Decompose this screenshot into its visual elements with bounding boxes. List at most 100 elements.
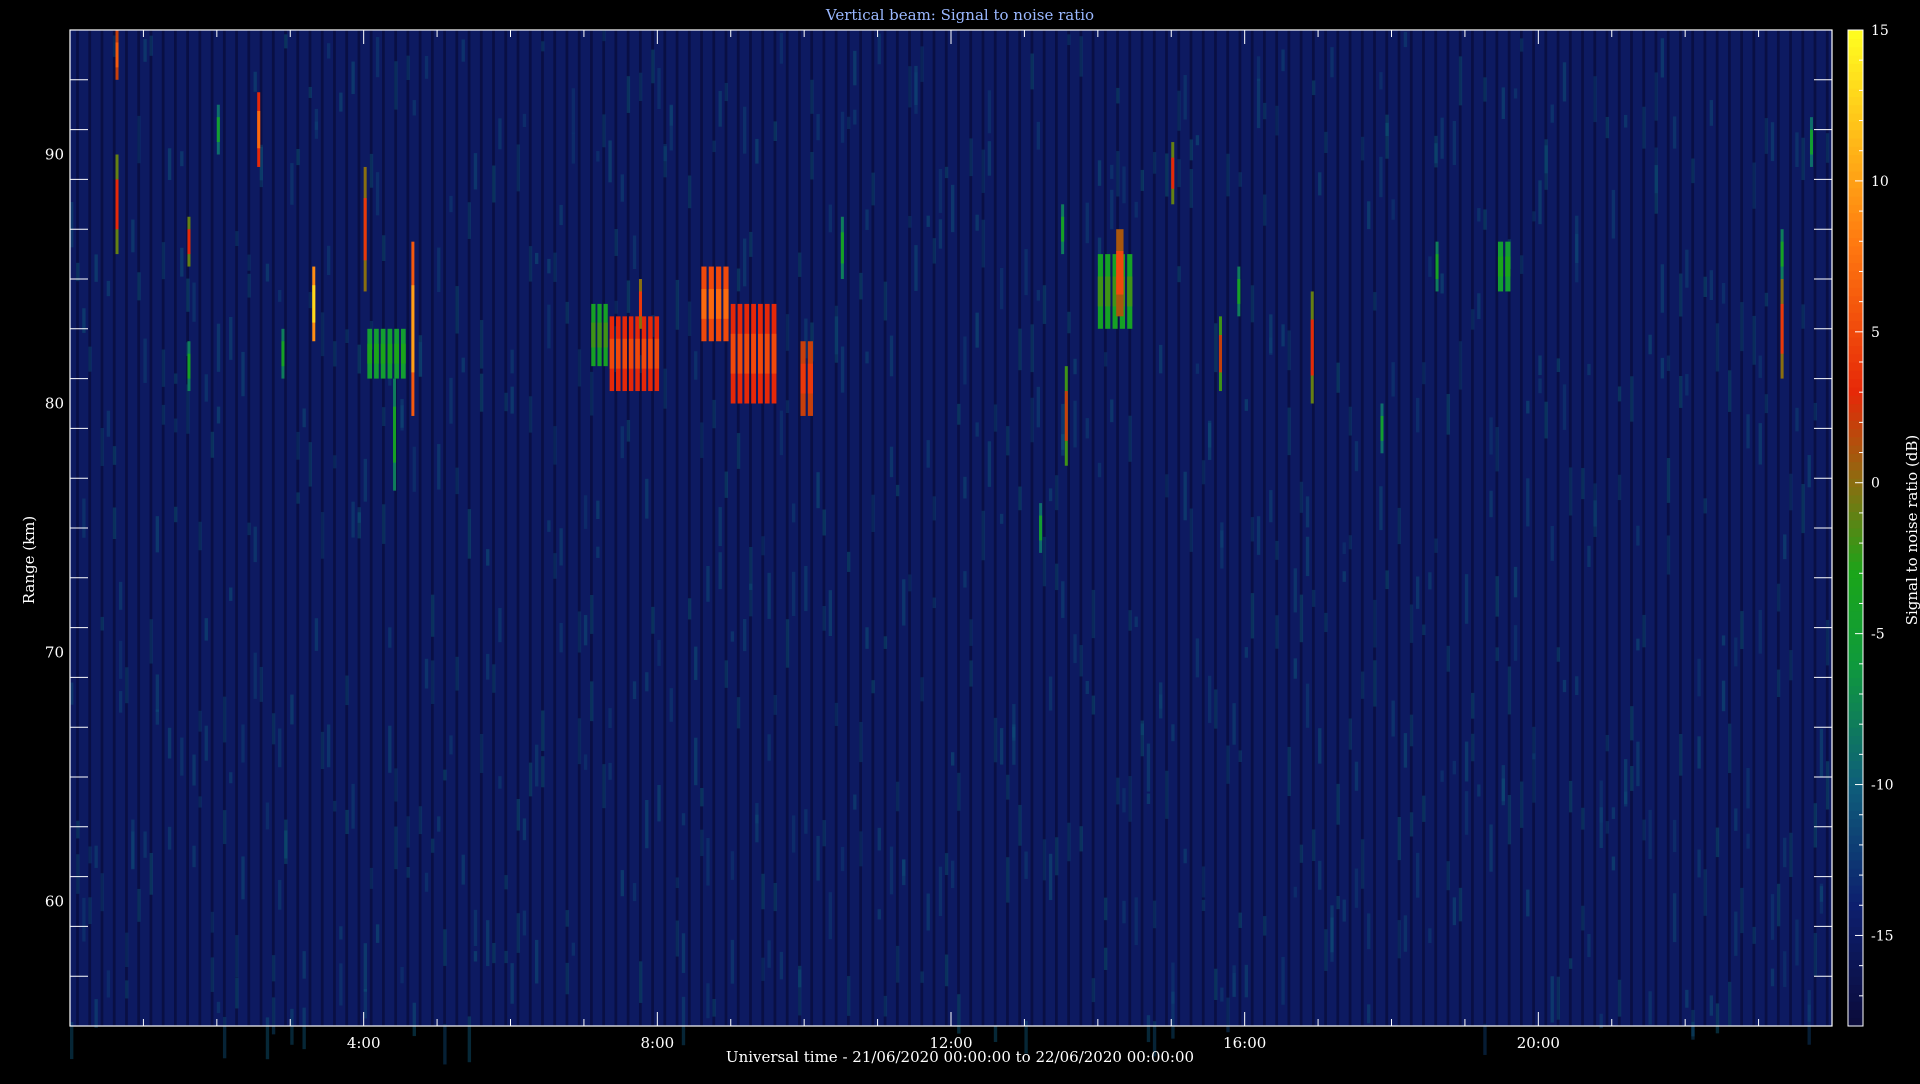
noise-column xyxy=(712,30,716,1026)
noise-streak xyxy=(1819,886,1824,902)
colorbar-segment xyxy=(1848,503,1863,512)
noise-streak xyxy=(547,304,551,349)
noise-streak xyxy=(382,235,386,262)
noise-streak xyxy=(767,734,771,761)
noise-streak xyxy=(235,935,239,978)
noise-streak xyxy=(1483,209,1487,230)
noise-streak xyxy=(1079,645,1083,677)
colorbar-tick-label: -15 xyxy=(1871,928,1894,944)
colorbar-segment xyxy=(1848,461,1863,471)
noise-streak xyxy=(773,694,777,715)
noise-streak xyxy=(1422,624,1426,636)
noise-streak xyxy=(1458,341,1463,390)
noise-streak xyxy=(265,802,270,830)
noise-streak xyxy=(180,737,184,776)
noise-streak xyxy=(1428,928,1432,944)
noise-streak xyxy=(382,504,386,544)
noise-streak xyxy=(590,371,594,416)
noise-streak xyxy=(1746,767,1750,809)
noise-streak xyxy=(1244,647,1249,658)
noise-streak xyxy=(1110,189,1114,230)
noise-streak xyxy=(406,55,410,81)
noise-streak xyxy=(645,478,649,519)
noise-streak xyxy=(1825,761,1830,810)
noise-streak xyxy=(908,574,912,592)
noise-streak xyxy=(192,282,196,322)
echo-mark-core xyxy=(1497,256,1504,277)
noise-streak xyxy=(259,666,264,702)
noise-streak xyxy=(1330,47,1334,78)
noise-streak xyxy=(467,202,472,239)
noise-streak xyxy=(742,106,747,154)
noise-streak xyxy=(443,929,447,966)
noise-streak xyxy=(1709,995,1714,1016)
noise-streak xyxy=(278,879,282,910)
noise-streak xyxy=(192,845,196,868)
y-tick-label: 80 xyxy=(45,395,64,413)
noise-streak xyxy=(155,516,160,553)
noise-streak xyxy=(1073,358,1077,375)
noise-streak xyxy=(706,565,710,602)
noise-streak xyxy=(1379,156,1383,198)
noise-column xyxy=(700,30,703,1026)
noise-streak xyxy=(100,873,104,912)
noise-streak xyxy=(657,784,661,822)
noise-column xyxy=(345,30,349,1026)
noise-streak xyxy=(865,627,869,649)
echo-mark-core xyxy=(1237,279,1241,304)
noise-streak xyxy=(186,278,190,312)
noise-streak xyxy=(816,472,820,509)
noise-streak xyxy=(394,826,398,870)
noise-streak xyxy=(700,422,704,458)
noise-streak xyxy=(118,691,123,713)
noise-streak xyxy=(339,926,343,940)
noise-streak xyxy=(944,853,949,875)
noise-streak xyxy=(1556,647,1561,662)
noise-streak xyxy=(161,242,166,280)
noise-streak xyxy=(1091,695,1096,715)
noise-streak xyxy=(473,951,478,962)
echo-mark-core xyxy=(800,363,806,394)
echo-mark-core xyxy=(840,232,844,264)
noise-streak xyxy=(583,495,588,529)
noise-streak xyxy=(1018,804,1022,846)
noise-column xyxy=(443,30,446,1026)
noise-streak xyxy=(1617,979,1622,1017)
noise-streak xyxy=(724,471,728,498)
noise-streak xyxy=(687,175,692,209)
noise-streak xyxy=(712,998,716,1017)
noise-streak xyxy=(1207,420,1212,460)
noise-streak xyxy=(1721,680,1726,712)
noise-streak xyxy=(614,229,618,256)
noise-streak xyxy=(577,611,582,653)
colorbar-segment xyxy=(1848,735,1863,745)
echo-mark-core xyxy=(393,406,397,463)
noise-column xyxy=(1519,30,1523,1026)
noise-streak xyxy=(1354,868,1359,908)
echo-mark-core xyxy=(1435,254,1439,279)
noise-streak xyxy=(76,854,80,894)
echo-mark-core xyxy=(1171,157,1175,189)
noise-streak xyxy=(1055,563,1059,591)
noise-streak xyxy=(1452,760,1457,775)
noise-streak xyxy=(700,829,704,857)
noise-streak xyxy=(1581,807,1585,830)
noise-streak xyxy=(167,148,172,180)
noise-streak xyxy=(1740,611,1744,650)
noise-streak xyxy=(957,994,961,1034)
noise-streak xyxy=(1752,315,1756,365)
colorbar-segment xyxy=(1848,619,1863,629)
noise-streak xyxy=(1342,571,1346,582)
noise-streak xyxy=(565,962,569,995)
noise-streak xyxy=(1091,589,1096,639)
noise-streak xyxy=(94,999,98,1028)
colorbar-segment xyxy=(1848,245,1863,255)
noise-streak xyxy=(694,737,698,786)
echo-mark-core xyxy=(591,322,596,348)
noise-streak xyxy=(271,713,276,745)
noise-streak xyxy=(1587,933,1591,958)
noise-streak xyxy=(969,138,973,177)
noise-streak xyxy=(773,121,777,142)
noise-streak xyxy=(394,768,398,802)
noise-streak xyxy=(1238,912,1242,928)
